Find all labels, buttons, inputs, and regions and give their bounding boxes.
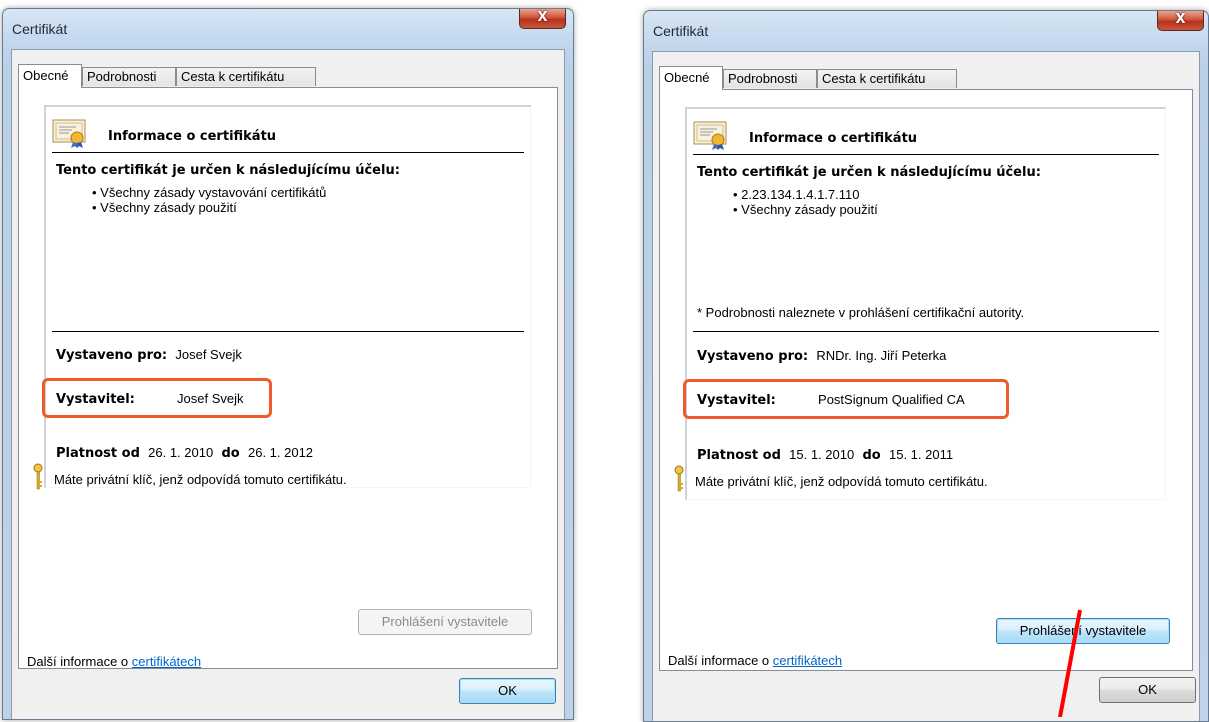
window-title: Certifikát [653,23,709,39]
list-item: Všechny zásady použití [733,202,878,217]
valid-to-label: do [221,446,240,461]
more-info-text: Další informace o [668,653,773,668]
info-title: Informace o certifikátu [749,131,918,146]
divider [52,331,524,332]
purpose-list: 2.23.134.1.4.1.7.110 Všechny zásady použ… [733,187,878,217]
list-item: Všechny zásady použití [92,200,326,215]
dialog-client: Obecné Podrobnosti Cesta k certifikátu I… [11,49,565,719]
ok-button[interactable]: OK [459,678,556,704]
issued-to-label: Vystaveno pro: [697,349,809,364]
certificate-icon [52,119,86,148]
issuer-row: Vystavitel: Josef Svejk [56,391,244,407]
issuer-row: Vystavitel: PostSignum Qualified CA [697,392,965,408]
more-info: Další informace o certifikátech [668,653,842,668]
info-title: Informace o certifikátu [108,129,277,144]
certificates-link[interactable]: certifikátech [773,653,842,668]
issued-to-value: Josef Svejk [175,347,242,362]
certificate-info-box: Informace o certifikátu Tento certifikát… [674,107,1166,500]
ok-button[interactable]: OK [1099,677,1196,703]
tab-general[interactable]: Obecné [18,64,82,88]
list-item: 2.23.134.1.4.1.7.110 [733,187,878,202]
valid-to-value: 26. 1. 2012 [247,445,314,460]
valid-from-label: Platnost od [697,448,781,463]
divider [693,154,1159,155]
tab-details[interactable]: Podrobnosti [723,69,817,88]
issued-to-row: Vystaveno pro: RNDr. Ing. Jiří Peterka [697,348,946,364]
issuer-label: Vystavitel: [56,392,135,407]
tab-panel-general: Informace o certifikátu Tento certifikát… [659,89,1193,671]
tab-certification-path[interactable]: Cesta k certifikátu [176,67,316,86]
tab-details[interactable]: Podrobnosti [82,67,176,86]
issuer-value: PostSignum Qualified CA [818,392,965,407]
tab-panel-general: Informace o certifikátu Tento certifikát… [18,87,558,669]
divider [52,152,524,153]
issued-to-row: Vystaveno pro: Josef Svejk [56,347,242,363]
tab-certification-path[interactable]: Cesta k certifikátu [817,69,957,88]
issuer-statement-button[interactable]: Prohlášení vystavitele [358,609,532,635]
close-button[interactable]: X [1157,11,1204,31]
tab-general[interactable]: Obecné [659,66,723,90]
certificate-dialog-left: Certifikát X Obecné Podrobnosti Cesta k … [2,8,574,720]
authority-note: * Podrobnosti naleznete v prohlášení cer… [697,305,1025,320]
issuer-label: Vystavitel: [697,393,776,408]
purpose-heading: Tento certifikát je určen k následujícím… [56,163,400,178]
certificate-icon [693,121,727,150]
issuer-value: Josef Svejk [177,391,244,406]
private-key-text: Máte privátní klíč, jenž odpovídá tomuto… [54,472,347,487]
valid-to-label: do [862,448,881,463]
valid-from-value: 15. 1. 2010 [789,447,855,462]
certificate-info-box: Informace o certifikátu Tento certifikát… [33,105,531,490]
window-title: Certifikát [12,21,68,37]
certificate-dialog-right: Certifikát X Obecné Podrobnosti Cesta k … [643,10,1209,722]
issued-to-value: RNDr. Ing. Jiří Peterka [816,348,947,363]
more-info: Další informace o certifikátech [27,654,201,669]
valid-from-value: 26. 1. 2010 [148,445,214,460]
key-icon [33,463,43,490]
list-item: Všechny zásady vystavování certifikátů [92,185,326,200]
validity-row: Platnost od 15. 1. 2010 do 15. 1. 2011 [697,447,953,463]
valid-from-label: Platnost od [56,446,140,461]
more-info-text: Další informace o [27,654,132,669]
purpose-heading: Tento certifikát je určen k následujícím… [697,165,1041,180]
certificates-link[interactable]: certifikátech [132,654,201,669]
close-button[interactable]: X [519,9,566,29]
valid-to-value: 15. 1. 2011 [888,447,954,462]
dialog-client: Obecné Podrobnosti Cesta k certifikátu I… [652,51,1200,721]
divider [693,331,1159,332]
issuer-statement-button[interactable]: Prohlášení vystavitele [996,618,1170,644]
key-icon [674,465,684,492]
issued-to-label: Vystaveno pro: [56,348,168,363]
validity-row: Platnost od 26. 1. 2010 do 26. 1. 2012 [56,445,313,461]
private-key-text: Máte privátní klíč, jenž odpovídá tomuto… [695,474,988,489]
purpose-list: Všechny zásady vystavování certifikátů V… [92,185,326,215]
